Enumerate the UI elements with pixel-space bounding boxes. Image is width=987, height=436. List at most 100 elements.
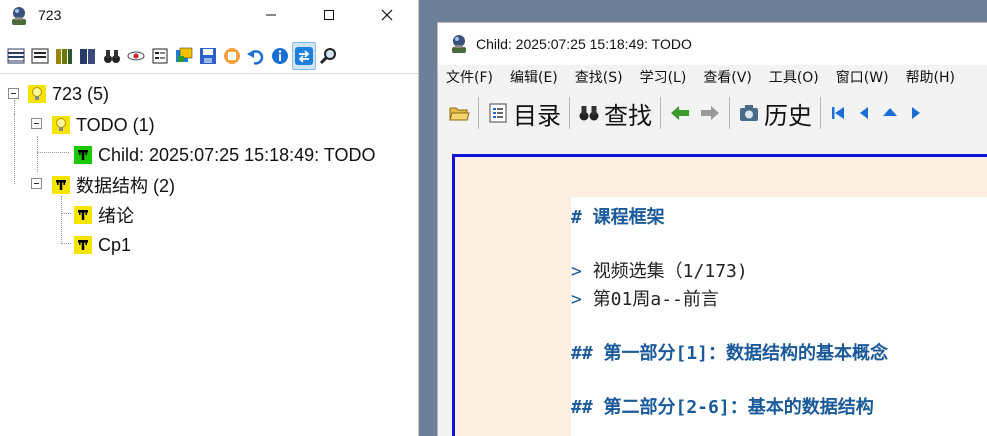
heading-2: ## 第一部分[1]：数据结构的基本概念 — [571, 343, 889, 364]
menu-search[interactable]: 查找(S) — [575, 67, 623, 87]
watch-button[interactable] — [124, 42, 148, 70]
tree-node[interactable]: 数据结构 (2) — [52, 171, 175, 199]
close-button[interactable] — [358, 0, 416, 30]
title-bar[interactable]: Child: 2025:07:25 15:18:49: TODO — [438, 23, 987, 65]
forward-button[interactable] — [695, 96, 725, 130]
tree-guide — [14, 100, 15, 114]
topic-green-icon — [74, 146, 92, 164]
tree-node[interactable]: 723 (5) — [28, 80, 109, 108]
close-icon — [381, 9, 393, 21]
topic-window: Child: 2025:07:25 15:18:49: TODO 文件(F) 编… — [437, 22, 987, 436]
outline-button[interactable] — [28, 42, 52, 70]
topic-yellow-icon — [52, 176, 70, 194]
previous-button[interactable] — [851, 96, 877, 130]
list-view-icon — [7, 48, 25, 64]
topic-content[interactable]: # 课程框架 > 视频选集（1/173) > 第01周a--前言 ## 第一部分… — [452, 154, 987, 436]
form-button[interactable] — [148, 42, 172, 70]
find-button[interactable] — [100, 42, 124, 70]
minimize-icon — [266, 14, 276, 16]
menu-edit[interactable]: 编辑(E) — [510, 67, 558, 87]
tree-node-label: Cp1 — [98, 234, 132, 255]
tree-node-label: 绪论 — [98, 206, 134, 226]
tree-toolbar — [4, 40, 340, 72]
tree-node-label: 数据结构 (2) — [76, 176, 175, 196]
next-icon — [912, 107, 920, 119]
app-icon — [452, 35, 466, 53]
books-button[interactable] — [52, 42, 76, 70]
book-button[interactable] — [76, 42, 100, 70]
sync-button[interactable] — [292, 42, 316, 70]
maximize-button[interactable] — [300, 0, 358, 30]
menu-bar: 文件(F) 编辑(E) 查找(S) 学习(L) 查看(V) 工具(O) 窗口(W… — [438, 65, 987, 89]
collapse-toggle[interactable] — [31, 178, 42, 189]
minimize-button[interactable] — [242, 0, 300, 30]
toolbar-separator — [478, 97, 479, 129]
info-icon — [272, 48, 288, 64]
search-button[interactable]: 查找 — [574, 96, 656, 130]
window-title: 723 — [38, 7, 62, 23]
menu-window[interactable]: 窗口(W) — [836, 67, 889, 87]
contents-icon — [489, 103, 507, 123]
history-label: 历史 — [764, 101, 812, 130]
form-icon — [152, 48, 168, 64]
tree-guide — [37, 152, 69, 153]
heading-2: ## 第二部分[2-6]：基本的数据结构 — [571, 397, 874, 418]
topic-toolbar: 目录 查找 历史 — [444, 93, 929, 133]
stop-icon — [224, 48, 240, 64]
stop-button[interactable] — [220, 42, 244, 70]
menu-help[interactable]: 帮助(H) — [906, 67, 955, 87]
bulb-icon — [28, 85, 46, 103]
topic-yellow-icon — [74, 206, 92, 224]
back-button[interactable] — [665, 96, 695, 130]
tree-node[interactable]: TODO (1) — [52, 111, 155, 139]
tree-node[interactable]: 绪论 — [74, 201, 134, 229]
import-icon — [176, 47, 193, 62]
next-button[interactable] — [903, 96, 929, 130]
tree-window: 723 723 (5) TODO (1) Child: 2025:07:25 1… — [0, 0, 419, 436]
menu-view[interactable]: 查看(V) — [703, 67, 752, 87]
info-button[interactable] — [268, 42, 292, 70]
menu-learn[interactable]: 学习(L) — [640, 67, 687, 87]
undo-icon — [247, 50, 264, 65]
toolbar-separator — [729, 97, 730, 129]
tree-node-label: Child: 2025:07:25 15:18:49: TODO — [98, 144, 376, 165]
camera-icon — [740, 105, 758, 121]
menu-tools[interactable]: 工具(O) — [769, 67, 819, 87]
quote-line: > 第01周a--前言 — [571, 289, 719, 310]
tree-node-label: TODO (1) — [76, 114, 155, 135]
quote-text: 视频选集（1/173) — [592, 261, 748, 282]
topic-yellow-icon — [74, 236, 92, 254]
window-title: Child: 2025:07:25 15:18:49: TODO — [476, 36, 692, 52]
contents-button[interactable]: 目录 — [483, 96, 565, 130]
open-folder-button[interactable] — [444, 96, 474, 130]
tree-guide — [37, 136, 38, 172]
undo-button[interactable] — [244, 42, 268, 70]
zoom-button[interactable] — [316, 42, 340, 70]
tree-guide — [14, 114, 15, 184]
up-icon — [883, 108, 897, 116]
save-icon — [200, 48, 216, 64]
history-button[interactable]: 历史 — [734, 96, 816, 130]
tree-node[interactable]: Cp1 — [74, 231, 131, 259]
first-icon — [832, 107, 844, 119]
list-view-button[interactable] — [4, 42, 28, 70]
folder-open-icon — [449, 107, 470, 121]
first-button[interactable] — [825, 96, 851, 130]
arrow-left-icon — [671, 106, 689, 120]
outline-icon — [31, 48, 49, 64]
tree-node[interactable]: Child: 2025:07:25 15:18:49: TODO — [74, 141, 376, 169]
binoculars-icon — [104, 50, 120, 63]
import-button[interactable] — [172, 42, 196, 70]
collapse-toggle[interactable] — [31, 118, 42, 129]
menu-file[interactable]: 文件(F) — [446, 67, 493, 87]
quote-text: 第01周a--前言 — [592, 289, 719, 310]
topic-text[interactable]: # 课程框架 > 视频选集（1/173) > 第01周a--前言 ## 第一部分… — [571, 197, 987, 436]
book-icon — [80, 49, 95, 64]
parent-button[interactable] — [877, 96, 903, 130]
tree-guide — [61, 213, 71, 214]
title-bar[interactable]: 723 — [0, 0, 418, 34]
save-button[interactable] — [196, 42, 220, 70]
tree-node-label: 723 (5) — [52, 83, 110, 104]
collapse-toggle[interactable] — [8, 88, 19, 99]
toolbar-separator — [660, 97, 661, 129]
